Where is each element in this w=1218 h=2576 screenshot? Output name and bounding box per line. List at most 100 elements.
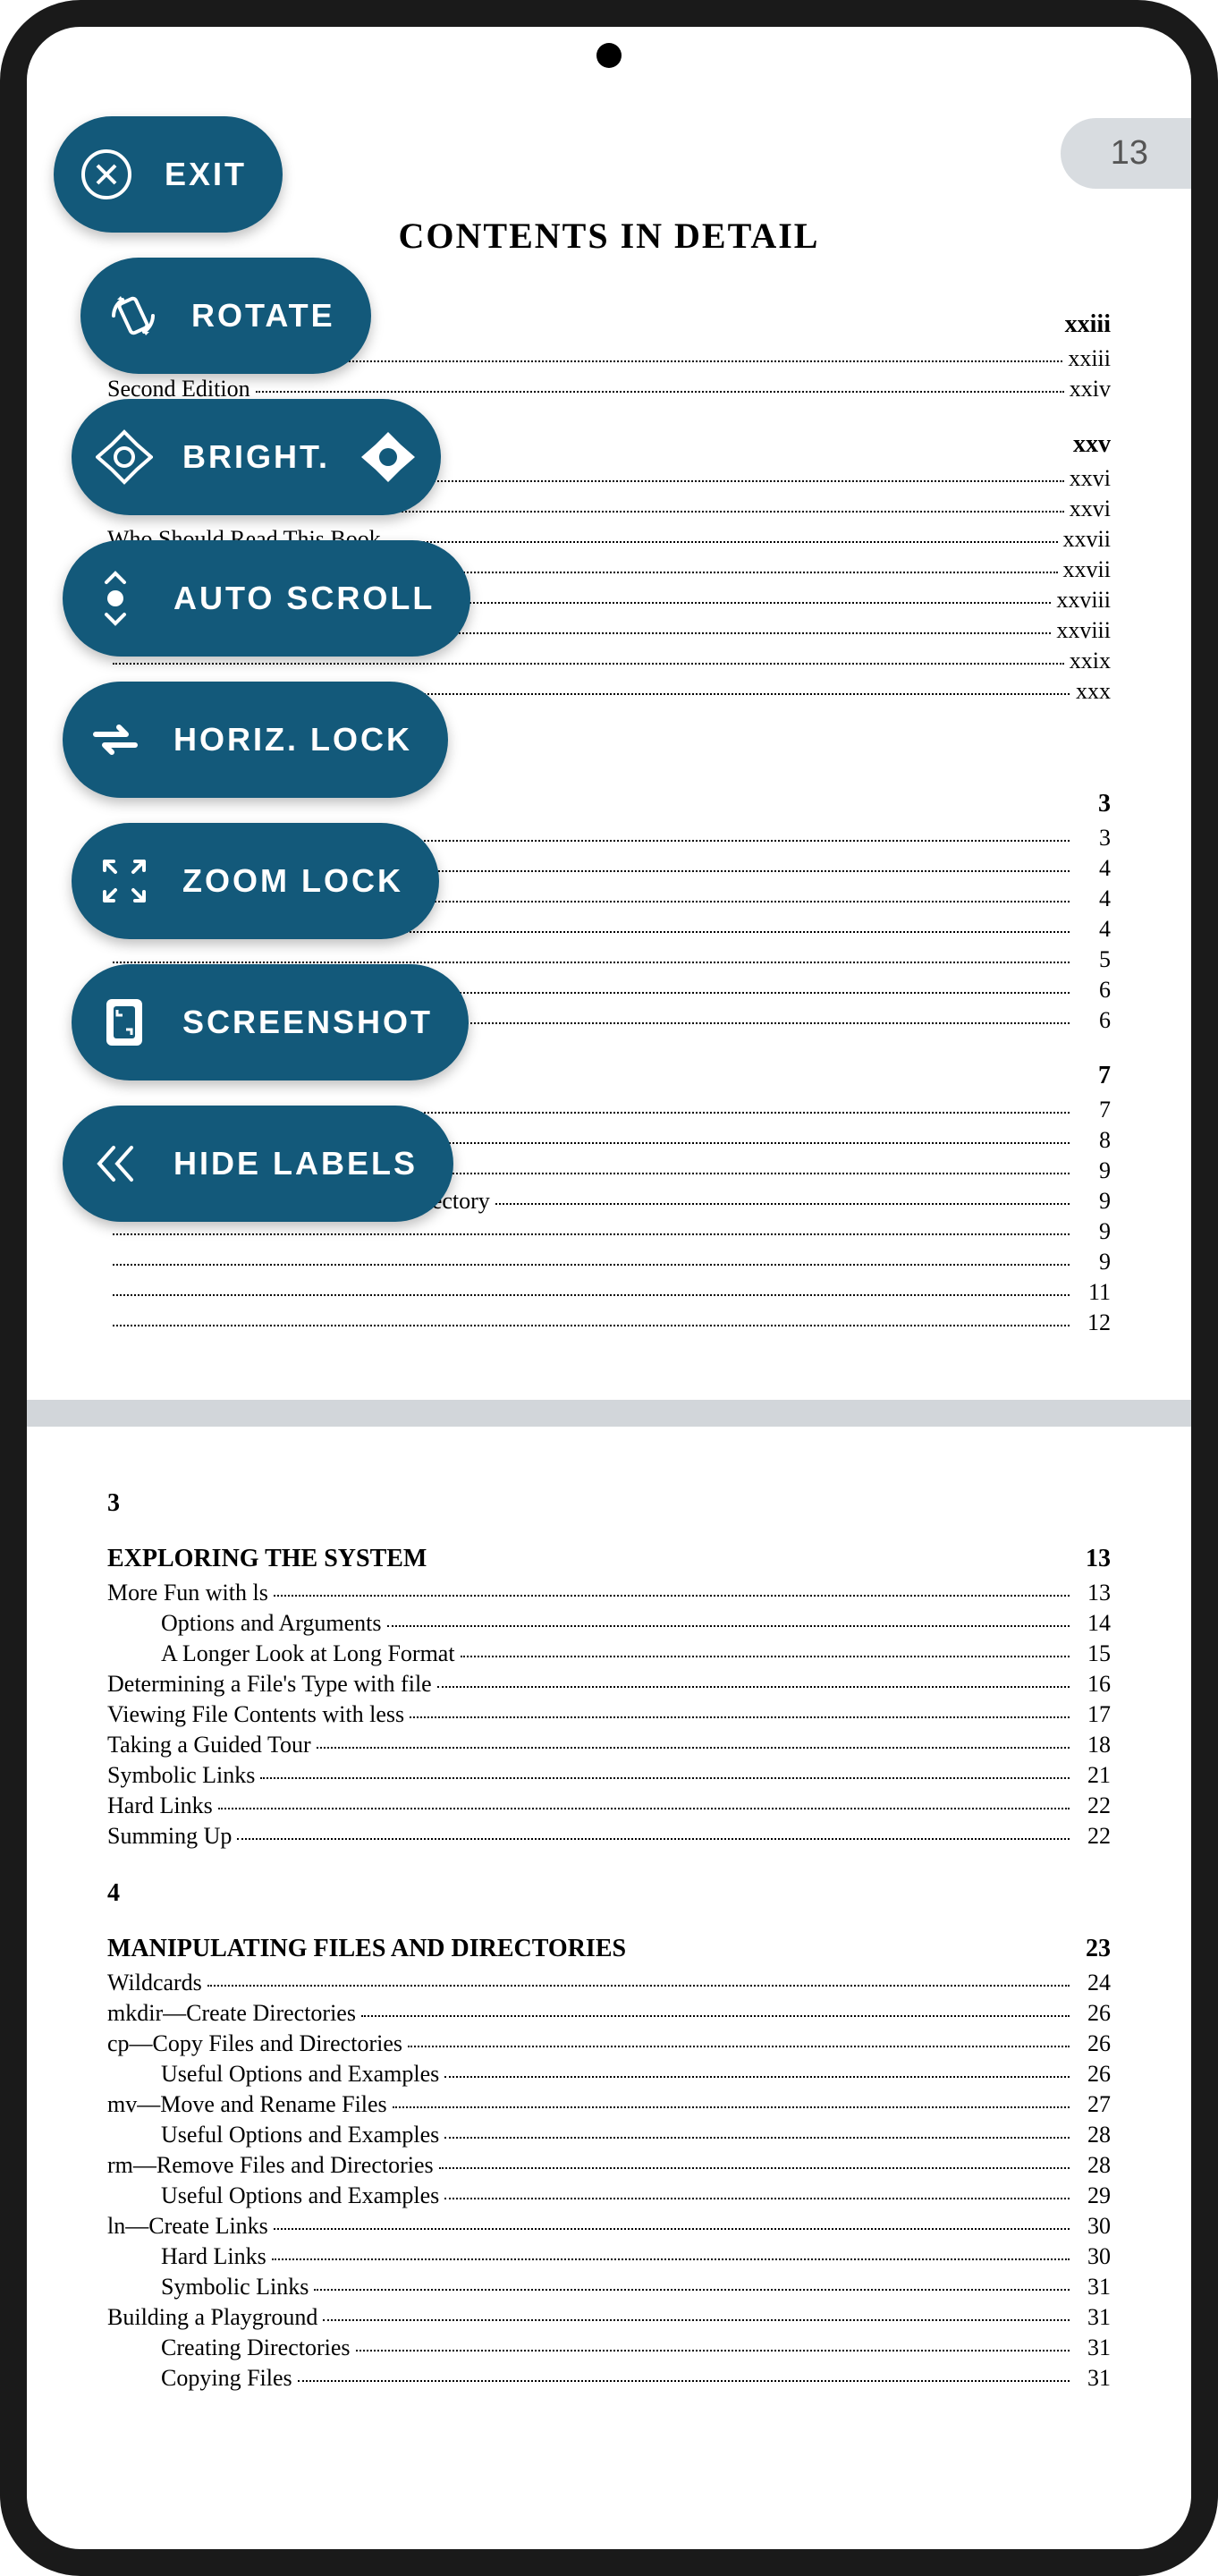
toc-entry-page: 22 <box>1075 1792 1111 1820</box>
toc-entry-page: 7 <box>1075 1096 1111 1124</box>
toc-entry-title: Options and Arguments <box>107 1609 382 1638</box>
toc-entry-page: xxviii <box>1056 616 1111 645</box>
toc-entry-page: 26 <box>1075 1999 1111 2028</box>
toc-entry-page: 16 <box>1075 1670 1111 1699</box>
toc-entry-page: 9 <box>1075 1217 1111 1246</box>
toc-entry-page: 29 <box>1075 2182 1111 2210</box>
toc-entry-title: Wildcards <box>107 1969 202 1997</box>
toc-entry-page: 6 <box>1075 976 1111 1004</box>
hide-labels-label: HIDE LABELS <box>173 1145 418 1182</box>
toc-entry-page: 13 <box>1075 1579 1111 1607</box>
section-heading: EXPLORING THE SYSTEM13 <box>107 1545 1111 1573</box>
page-indicator: 13 <box>1061 118 1191 189</box>
horiz-lock-button[interactable]: HORIZ. LOCK <box>63 682 448 798</box>
hide-labels-button[interactable]: HIDE LABELS <box>63 1106 453 1222</box>
toc-entry[interactable]: 12 <box>107 1309 1111 1337</box>
exit-button[interactable]: EXIT <box>54 116 283 233</box>
toc-entry-title: Hard Links <box>107 2242 266 2271</box>
toc-entry-title: Useful Options and Examples <box>107 2121 439 2149</box>
toc-entry-title: Determining a File's Type with file <box>107 1670 432 1699</box>
toc-entry-page: xxiii <box>1068 344 1111 373</box>
toc-entry-page: 9 <box>1075 1157 1111 1185</box>
chevron-left-double-icon <box>84 1132 147 1195</box>
toc-entry-title: Symbolic Links <box>107 2273 309 2301</box>
toc-entry-page: 28 <box>1075 2121 1111 2149</box>
horiz-lock-label: HORIZ. LOCK <box>173 721 412 758</box>
toc-entry-page: 6 <box>1075 1006 1111 1035</box>
auto-scroll-label: AUTO SCROLL <box>173 580 435 617</box>
toc-entry-page: 31 <box>1075 2334 1111 2362</box>
toc-entry[interactable]: Summing Up 22 <box>107 1822 1111 1851</box>
brightness-label: BRIGHT. <box>182 438 330 476</box>
toc-entry-page: 27 <box>1075 2090 1111 2119</box>
toc-entry-page: 21 <box>1075 1761 1111 1790</box>
toc-entry-page: 17 <box>1075 1700 1111 1729</box>
toc-entry-page: 31 <box>1075 2273 1111 2301</box>
screenshot-label: SCREENSHOT <box>182 1004 433 1041</box>
content-area: 13 CONTENTS IN DETAIL xxiiixxiiiSecond E… <box>27 98 1191 2549</box>
toc-entry-page: 22 <box>1075 1822 1111 1851</box>
screenshot-icon <box>93 991 156 1054</box>
toc-entry-title: rm—Remove Files and Directories <box>107 2151 434 2180</box>
toc-entry-page: xxvii <box>1063 525 1111 554</box>
phone-camera <box>596 43 622 68</box>
toc-entry-page: 4 <box>1075 915 1111 944</box>
zoom-lock-icon <box>93 850 156 912</box>
toc-entry-title: A Longer Look at Long Format <box>107 1640 455 1668</box>
auto-scroll-button[interactable]: AUTO SCROLL <box>63 540 470 657</box>
brightness-high-icon <box>357 426 419 488</box>
toc-entry[interactable]: Copying Files 31 <box>107 2364 1111 2393</box>
toc-entry-page: 12 <box>1075 1309 1111 1337</box>
toc-entry-page: 5 <box>1075 945 1111 974</box>
toc-entry-title: More Fun with ls <box>107 1579 268 1607</box>
toc-entry-page: 3 <box>1075 824 1111 852</box>
toc-entry-page: 4 <box>1075 885 1111 913</box>
horiz-lock-icon <box>84 708 147 771</box>
toc-entry-page: 30 <box>1075 2242 1111 2271</box>
zoom-lock-button[interactable]: ZOOM LOCK <box>72 823 439 939</box>
screen: 13 CONTENTS IN DETAIL xxiiixxiiiSecond E… <box>27 27 1191 2549</box>
toc-entry-page: xxvii <box>1063 555 1111 584</box>
page-gap <box>27 1400 1191 1427</box>
toc-entry-title: Building a Playground <box>107 2303 317 2332</box>
screenshot-button[interactable]: SCREENSHOT <box>72 964 469 1080</box>
zoom-lock-label: ZOOM LOCK <box>182 862 403 900</box>
rotate-button[interactable]: ROTATE <box>80 258 371 374</box>
toc-entry-page: 14 <box>1075 1609 1111 1638</box>
brightness-low-icon <box>93 426 156 488</box>
close-icon <box>75 143 138 206</box>
toc-entry-page: 4 <box>1075 854 1111 883</box>
toc-entry-page: xxx <box>1075 677 1111 706</box>
fab-menu: EXIT ROTATE BRIGHT. <box>54 116 470 1222</box>
toc-entry-page: xxiv <box>1070 375 1111 403</box>
toc-entry-title: Summing Up <box>107 1822 232 1851</box>
toc-entry-page: 8 <box>1075 1126 1111 1155</box>
toc-entry-page: 24 <box>1075 1969 1111 1997</box>
section-number: 3 <box>107 1489 1111 1518</box>
toc-entry-page: 31 <box>1075 2364 1111 2393</box>
toc-entry-page: 18 <box>1075 1731 1111 1759</box>
toc-entry-title: mv—Move and Rename Files <box>107 2090 387 2119</box>
section-heading: MANIPULATING FILES AND DIRECTORIES23 <box>107 1935 1111 1963</box>
toc-entry-title: Useful Options and Examples <box>107 2060 439 2089</box>
toc-entry-page: 26 <box>1075 2060 1111 2089</box>
brightness-button[interactable]: BRIGHT. <box>72 399 441 515</box>
section-number: 4 <box>107 1879 1111 1908</box>
toc-entry-page: xxvi <box>1070 464 1111 493</box>
toc-entry-page: 30 <box>1075 2212 1111 2241</box>
toc-entry-title: ln—Create Links <box>107 2212 268 2241</box>
scroll-icon <box>84 567 147 630</box>
exit-label: EXIT <box>165 156 247 193</box>
toc-entry-title: Copying Files <box>107 2364 292 2393</box>
toc-entry-title: Hard Links <box>107 1792 213 1820</box>
toc-entry-page: 9 <box>1075 1248 1111 1276</box>
toc-entry-page: xxix <box>1070 647 1111 675</box>
toc-entry-page: xxviii <box>1056 586 1111 614</box>
toc-entry-page: xxvi <box>1070 495 1111 523</box>
toc-entry-title: mkdir—Create Directories <box>107 1999 356 2028</box>
toc-entry-page: 15 <box>1075 1640 1111 1668</box>
toc-entry-page: 9 <box>1075 1187 1111 1216</box>
rotate-icon <box>102 284 165 347</box>
toc-entry-page: 26 <box>1075 2029 1111 2058</box>
toc-entry-page: 11 <box>1075 1278 1111 1307</box>
